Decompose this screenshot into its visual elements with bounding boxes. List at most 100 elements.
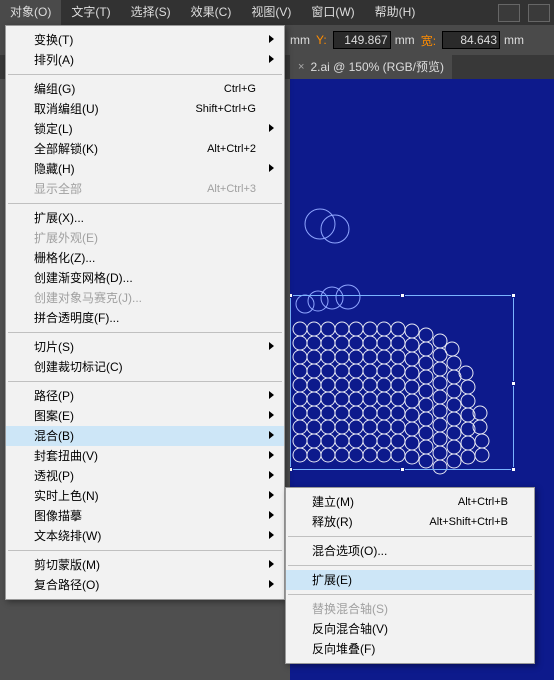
- separator: [288, 565, 532, 566]
- menu-item-label: 释放(R): [312, 514, 353, 530]
- object-menu-item: 显示全部Alt+Ctrl+3: [6, 179, 284, 199]
- object-menu-item[interactable]: 图像描摹: [6, 506, 284, 526]
- menu-select[interactable]: 选择(S): [121, 0, 181, 25]
- object-menu-item[interactable]: 混合(B): [6, 426, 284, 446]
- object-menu-item[interactable]: 栅格化(Z)...: [6, 248, 284, 268]
- object-menu-item[interactable]: 取消编组(U)Shift+Ctrl+G: [6, 99, 284, 119]
- menu-item-label: 实时上色(N): [34, 488, 99, 504]
- menu-item-label: 创建对象马赛克(J)...: [34, 290, 142, 306]
- object-menu-item[interactable]: 编组(G) Ctrl+G: [6, 79, 284, 99]
- unit-label: mm: [290, 33, 310, 47]
- object-menu-item[interactable]: 锁定(L): [6, 119, 284, 139]
- menu-item-label: 栅格化(Z)...: [34, 250, 95, 266]
- menu-item-label: 拼合透明度(F)...: [34, 310, 119, 326]
- handle-bm[interactable]: [400, 467, 405, 472]
- handle-br[interactable]: [511, 467, 516, 472]
- submenu-arrow-icon: [269, 55, 274, 63]
- workspace-tool-icon[interactable]: [528, 4, 550, 22]
- close-icon[interactable]: ×: [298, 55, 304, 79]
- blend-menu-item[interactable]: 释放(R) Alt+Shift+Ctrl+B: [286, 512, 534, 532]
- menu-help[interactable]: 帮助(H): [365, 0, 426, 25]
- shortcut-label: Shift+Ctrl+G: [195, 101, 256, 117]
- object-menu-dropdown: 变换(T) 排列(A) 编组(G) Ctrl+G 取消编组(U)Shift+Ctrl+G…: [5, 25, 285, 600]
- y-label: Y:: [314, 33, 329, 47]
- object-menu-item[interactable]: 封套扭曲(V): [6, 446, 284, 466]
- menu-item-label: 显示全部: [34, 181, 82, 197]
- menu-item-label: 复合路径(O): [34, 577, 99, 593]
- menu-item-label: 混合(B): [34, 428, 74, 444]
- handle-mr[interactable]: [511, 381, 516, 386]
- separator: [8, 381, 282, 382]
- object-menu-item[interactable]: 透视(P): [6, 466, 284, 486]
- blend-menu-item: 替换混合轴(S): [286, 599, 534, 619]
- unit-label-3: mm: [504, 33, 524, 47]
- menu-item-label: 全部解锁(K): [34, 141, 98, 157]
- menu-effect[interactable]: 效果(C): [181, 0, 242, 25]
- shortcut-label: Alt+Ctrl+B: [458, 494, 508, 510]
- menu-item-label: 锁定(L): [34, 121, 73, 137]
- submenu-arrow-icon: [269, 342, 274, 350]
- object-menu-item[interactable]: 切片(S): [6, 337, 284, 357]
- separator: [288, 594, 532, 595]
- menu-item-label: 创建裁切标记(C): [34, 359, 123, 375]
- menu-item-label: 混合选项(O)...: [312, 543, 387, 559]
- object-menu-item[interactable]: 实时上色(N): [6, 486, 284, 506]
- submenu-arrow-icon: [269, 164, 274, 172]
- menu-item-label: 编组(G): [34, 81, 75, 97]
- submenu-arrow-icon: [269, 411, 274, 419]
- object-menu-item[interactable]: 文本绕排(W): [6, 526, 284, 546]
- blend-menu-item[interactable]: 反向混合轴(V): [286, 619, 534, 639]
- menu-item-label: 建立(M): [312, 494, 354, 510]
- menu-window[interactable]: 窗口(W): [301, 0, 364, 25]
- object-menu-item[interactable]: 变换(T): [6, 30, 284, 50]
- object-menu-item[interactable]: 创建裁切标记(C): [6, 357, 284, 377]
- menu-item-label: 替换混合轴(S): [312, 601, 388, 617]
- shortcut-label: Alt+Shift+Ctrl+B: [429, 514, 508, 530]
- menu-item-label: 文本绕排(W): [34, 528, 101, 544]
- object-menu-item[interactable]: 排列(A): [6, 50, 284, 70]
- menu-view[interactable]: 视图(V): [241, 0, 301, 25]
- y-input[interactable]: [333, 31, 391, 49]
- menu-object[interactable]: 对象(O): [0, 0, 61, 25]
- submenu-arrow-icon: [269, 124, 274, 132]
- object-menu-item[interactable]: 拼合透明度(F)...: [6, 308, 284, 328]
- menu-item-label: 剪切蒙版(M): [34, 557, 100, 573]
- blend-menu-item[interactable]: 反向堆叠(F): [286, 639, 534, 659]
- selection-bounds[interactable]: [290, 295, 514, 470]
- blend-menu-item[interactable]: 建立(M) Alt+Ctrl+B: [286, 492, 534, 512]
- shortcut-label: Ctrl+G: [224, 81, 256, 97]
- separator: [8, 332, 282, 333]
- object-menu-item: 扩展外观(E): [6, 228, 284, 248]
- object-menu-item[interactable]: 剪切蒙版(M): [6, 555, 284, 575]
- handle-bl[interactable]: [290, 467, 293, 472]
- submenu-arrow-icon: [269, 511, 274, 519]
- submenu-arrow-icon: [269, 391, 274, 399]
- w-label: 宽:: [419, 32, 438, 49]
- handle-tm[interactable]: [400, 293, 405, 298]
- object-menu-item[interactable]: 路径(P): [6, 386, 284, 406]
- menu-item-label: 扩展(X)...: [34, 210, 84, 226]
- shortcut-label: Alt+Ctrl+2: [207, 141, 256, 157]
- separator: [8, 550, 282, 551]
- menu-item-label: 路径(P): [34, 388, 74, 404]
- blend-submenu: 建立(M) Alt+Ctrl+B 释放(R) Alt+Shift+Ctrl+B 混合选项…: [285, 487, 535, 664]
- submenu-arrow-icon: [269, 451, 274, 459]
- separator: [288, 536, 532, 537]
- document-tab[interactable]: × 2.ai @ 150% (RGB/预览): [290, 55, 452, 79]
- blend-menu-item[interactable]: 混合选项(O)...: [286, 541, 534, 561]
- handle-tr[interactable]: [511, 293, 516, 298]
- object-menu-item[interactable]: 复合路径(O): [6, 575, 284, 595]
- w-input[interactable]: [442, 31, 500, 49]
- object-menu-item[interactable]: 扩展(X)...: [6, 208, 284, 228]
- object-menu-item[interactable]: 图案(E): [6, 406, 284, 426]
- object-menu-item[interactable]: 创建渐变网格(D)...: [6, 268, 284, 288]
- handle-tl[interactable]: [290, 293, 293, 298]
- menu-item-label: 排列(A): [34, 52, 74, 68]
- menu-type[interactable]: 文字(T): [61, 0, 120, 25]
- object-menu-item[interactable]: 隐藏(H): [6, 159, 284, 179]
- layout-tool-icon[interactable]: [498, 4, 520, 22]
- menu-item-label: 透视(P): [34, 468, 74, 484]
- object-menu-item[interactable]: 全部解锁(K) Alt+Ctrl+2: [6, 139, 284, 159]
- menu-item-label: 隐藏(H): [34, 161, 75, 177]
- blend-menu-item[interactable]: 扩展(E): [286, 570, 534, 590]
